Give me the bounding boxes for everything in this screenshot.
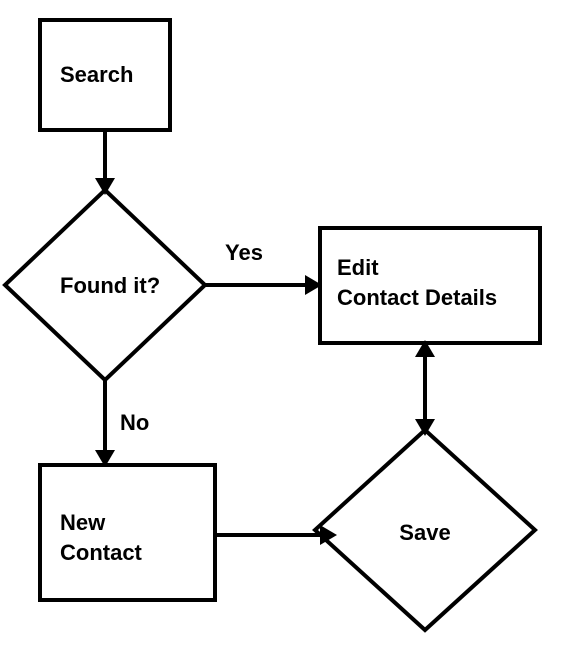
edge-search-to-found — [95, 130, 115, 195]
node-new-contact: New Contact — [40, 465, 215, 600]
node-save-label: Save — [399, 520, 450, 545]
node-edit-contact-details: Edit Contact Details — [320, 228, 540, 343]
node-edit-label-line1: Edit — [337, 255, 379, 280]
node-search-label: Search — [60, 62, 133, 87]
node-search: Search — [40, 20, 170, 130]
node-found-it: Found it? — [5, 190, 205, 380]
edge-found-to-edit: Yes — [205, 240, 322, 295]
node-new-contact-label-line2: Contact — [60, 540, 143, 565]
flowchart-canvas: Search Found it? Edit Contact Details Ne… — [0, 0, 574, 645]
edge-edit-save-double — [415, 340, 435, 436]
edge-yes-label: Yes — [225, 240, 263, 265]
node-edit-label-line2: Contact Details — [337, 285, 497, 310]
node-found-it-label: Found it? — [60, 273, 160, 298]
edge-found-to-new: No — [95, 380, 149, 467]
node-new-contact-label-line1: New — [60, 510, 106, 535]
node-save: Save — [315, 430, 535, 630]
edge-no-label: No — [120, 410, 149, 435]
